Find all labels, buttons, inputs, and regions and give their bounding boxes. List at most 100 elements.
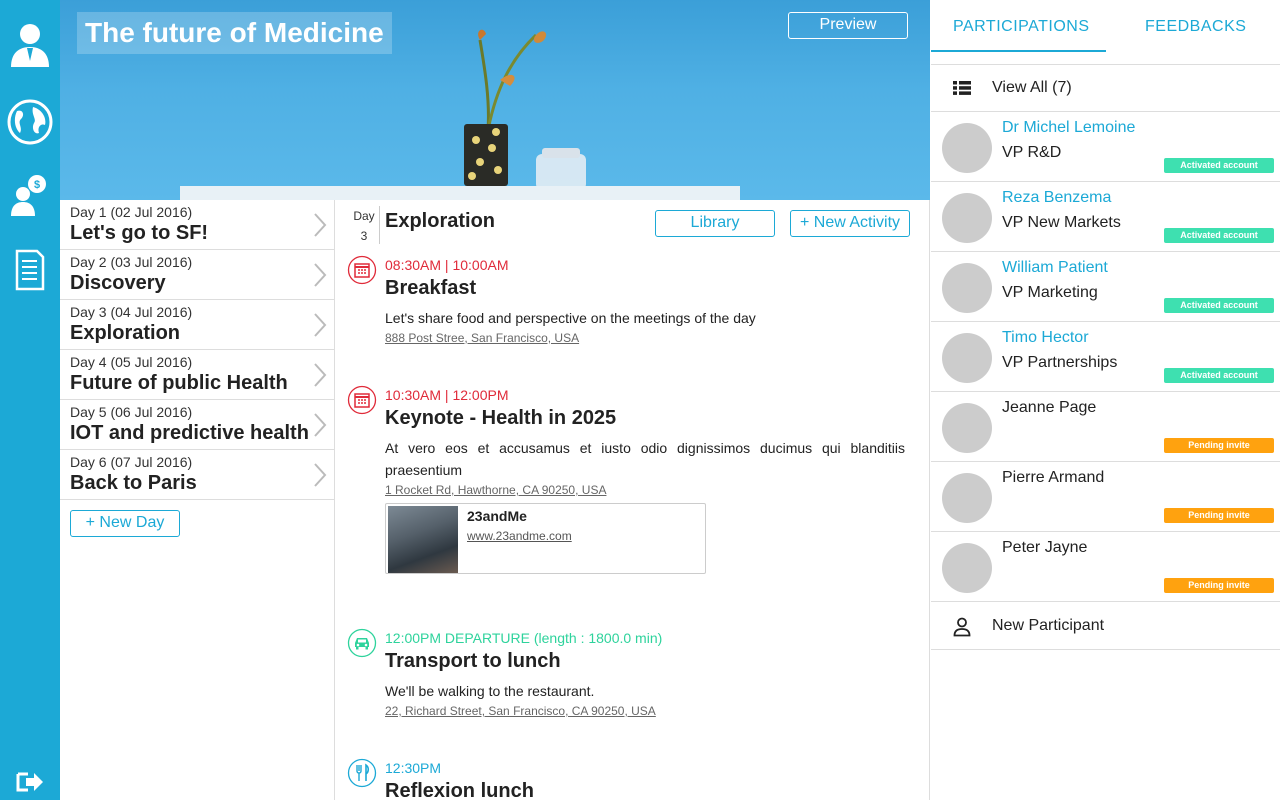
library-button[interactable]: Library — [655, 210, 775, 237]
list-icon — [953, 81, 971, 95]
activity-description: Let's share food and perspective on the … — [385, 310, 756, 326]
day-date: Day 2 (03 Jul 2016) — [70, 254, 193, 270]
status-badge: Activated account — [1164, 228, 1274, 243]
day-number: 3 — [360, 229, 368, 243]
participant-name: William Patient — [1002, 259, 1108, 276]
panel-tabs: PARTICIPATIONS FEEDBACKS — [931, 0, 1280, 65]
participant-name: Pierre Armand — [1002, 469, 1105, 486]
new-day-button[interactable]: + New Day — [70, 510, 180, 537]
logout-icon[interactable] — [0, 752, 60, 812]
chevron-right-icon — [314, 413, 327, 437]
nav-rail: $ — [0, 0, 60, 800]
svg-text:$: $ — [34, 179, 40, 191]
day-title: Exploration — [70, 322, 181, 344]
company-url-link[interactable]: www.23andme.com — [467, 529, 572, 543]
company-card[interactable]: 23andMe www.23andme.com — [385, 503, 706, 574]
car-icon — [347, 628, 377, 658]
day-title: Back to Paris — [70, 472, 197, 494]
new-participant-label: New Participant — [992, 617, 1105, 634]
participant-role: VP Partnerships — [1002, 354, 1118, 371]
chevron-right-icon — [314, 313, 327, 337]
day-timeline: Day 3 Exploration Library + New Activity… — [335, 200, 930, 800]
participant-row[interactable]: Jeanne Page Pending invite — [931, 392, 1280, 462]
day-list: Day 1 (02 Jul 2016) Let's go to SF! Day … — [60, 200, 335, 800]
tab-participations[interactable]: PARTICIPATIONS — [953, 18, 1090, 36]
participant-row[interactable]: Peter Jayne Pending invite — [931, 532, 1280, 602]
preview-button[interactable]: Preview — [788, 12, 908, 39]
day-item[interactable]: Day 4 (05 Jul 2016) Future of public Hea… — [60, 350, 334, 400]
participant-row[interactable]: Timo Hector VP Partnerships Activated ac… — [931, 322, 1280, 392]
day-date: Day 3 (04 Jul 2016) — [70, 304, 193, 320]
participant-row[interactable]: Reza Benzema VP New Markets Activated ac… — [931, 182, 1280, 252]
activity-title: Reflexion lunch — [385, 780, 534, 800]
avatar — [942, 543, 992, 593]
chevron-right-icon — [314, 213, 327, 237]
hero-banner: The future of Medicine Preview — [60, 0, 930, 200]
divider — [379, 206, 380, 244]
vase-illustration — [464, 29, 586, 190]
participants-panel: PARTICIPATIONS FEEDBACKS View All (7) Dr… — [931, 0, 1280, 800]
activity-address-link[interactable]: 888 Post Stree, San Francisco, USA — [385, 331, 579, 345]
company-name: 23andMe — [467, 508, 527, 524]
new-activity-button[interactable]: + New Activity — [790, 210, 910, 237]
chevron-right-icon — [314, 363, 327, 387]
status-badge: Activated account — [1164, 158, 1274, 173]
participant-name: Jeanne Page — [1002, 399, 1097, 416]
cutlery-icon — [347, 758, 377, 788]
view-all-row[interactable]: View All (7) — [931, 66, 1280, 112]
participant-name: Peter Jayne — [1002, 539, 1088, 556]
chevron-right-icon — [314, 263, 327, 287]
status-badge: Pending invite — [1164, 578, 1274, 593]
activity-time: 10:30AM | 12:00PM — [385, 387, 509, 403]
activity-description: At vero eos et accusamus et iusto odio d… — [385, 440, 905, 478]
activity-time: 12:30PM — [385, 760, 442, 776]
day-title: Let's go to SF! — [70, 222, 209, 244]
activity-address-link[interactable]: 22, Richard Street, San Francisco, CA 90… — [385, 704, 656, 718]
person-icon — [953, 617, 971, 637]
activity-title: Breakfast — [385, 277, 477, 299]
day-item[interactable]: Day 6 (07 Jul 2016) Back to Paris — [60, 450, 334, 500]
activity-time: 08:30AM | 10:00AM — [385, 257, 509, 273]
document-icon[interactable] — [0, 240, 60, 300]
avatar — [942, 333, 992, 383]
status-badge: Pending invite — [1164, 438, 1274, 453]
avatar — [942, 403, 992, 453]
hero-table — [180, 186, 740, 200]
view-all-label: View All (7) — [992, 79, 1072, 96]
participant-role: VP New Markets — [1002, 214, 1121, 231]
participant-row[interactable]: William Patient VP Marketing Activated a… — [931, 252, 1280, 322]
status-badge: Activated account — [1164, 298, 1274, 313]
user-idea-icon[interactable]: $ — [0, 165, 60, 225]
activity-address-link[interactable]: 1 Rocket Rd, Hawthorne, CA 90250, USA — [385, 483, 606, 497]
day-title: Future of public Health — [70, 372, 288, 394]
participant-name: Reza Benzema — [1002, 189, 1112, 206]
day-number-badge: Day 3 — [349, 206, 379, 246]
activity-title: Keynote - Health in 2025 — [385, 407, 617, 429]
day-label: Day — [353, 209, 375, 223]
day-item[interactable]: Day 3 (04 Jul 2016) Exploration — [60, 300, 334, 350]
day-item[interactable]: Day 1 (02 Jul 2016) Let's go to SF! — [60, 200, 334, 250]
calendar-icon — [347, 385, 377, 415]
participant-row[interactable]: Dr Michel Lemoine VP R&D Activated accou… — [931, 112, 1280, 182]
participant-row[interactable]: Pierre Armand Pending invite — [931, 462, 1280, 532]
avatar — [942, 473, 992, 523]
participant-role: VP R&D — [1002, 144, 1062, 161]
day-date: Day 6 (07 Jul 2016) — [70, 454, 193, 470]
user-icon[interactable] — [0, 15, 60, 75]
day-item[interactable]: Day 2 (03 Jul 2016) Discovery — [60, 250, 334, 300]
tab-feedbacks[interactable]: FEEDBACKS — [1145, 18, 1246, 36]
globe-icon[interactable] — [0, 92, 60, 152]
status-badge: Activated account — [1164, 368, 1274, 383]
activity-description: We'll be walking to the restaurant. — [385, 683, 595, 699]
avatar — [942, 193, 992, 243]
participant-name: Dr Michel Lemoine — [1002, 119, 1136, 136]
activity-time: 12:00PM DEPARTURE (length : 1800.0 min) — [385, 630, 663, 646]
day-date: Day 1 (02 Jul 2016) — [70, 204, 193, 220]
day-title: IOT and predictive health — [70, 422, 309, 444]
participant-name: Timo Hector — [1002, 329, 1089, 346]
new-participant-row[interactable]: New Participant — [931, 604, 1280, 650]
day-item[interactable]: Day 5 (06 Jul 2016) IOT and predictive h… — [60, 400, 334, 450]
avatar — [942, 263, 992, 313]
day-date: Day 4 (05 Jul 2016) — [70, 354, 193, 370]
page-title: The future of Medicine — [77, 12, 392, 54]
